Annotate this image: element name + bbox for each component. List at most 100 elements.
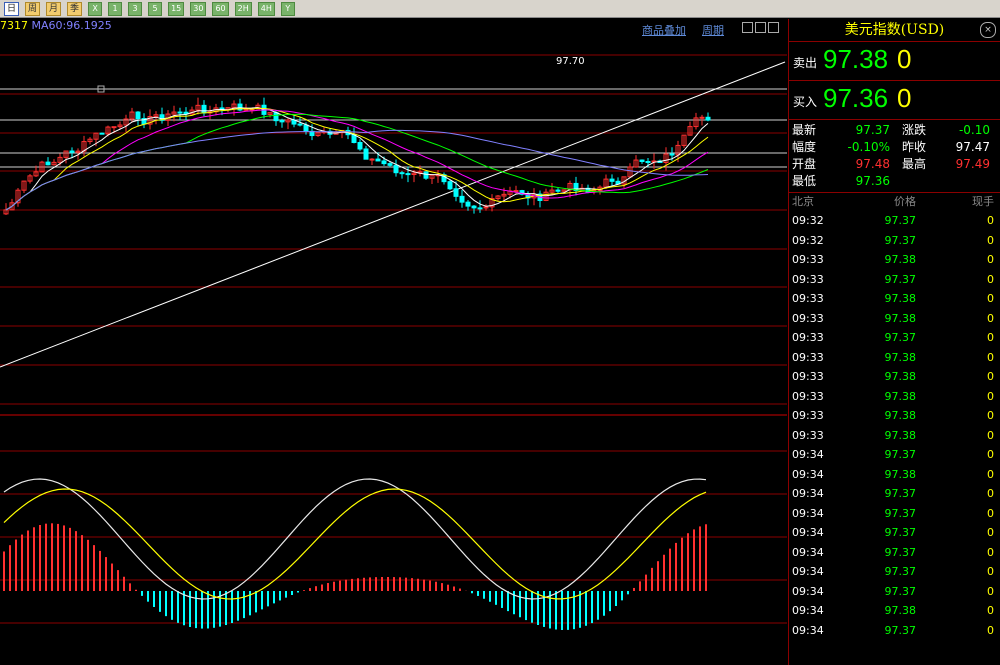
period-link[interactable]: 周期	[702, 22, 724, 38]
candle-body	[405, 173, 411, 176]
instrument-title: 美元指数(USD) ×	[789, 19, 1000, 42]
ma-prev-value: 7317	[0, 19, 28, 32]
candle-body	[111, 126, 117, 129]
sell-volume: 0	[897, 44, 912, 74]
tick-time: 09:33	[792, 253, 824, 266]
fullscreen-icon[interactable]	[768, 22, 779, 33]
tick-row: 09:34 97.37 0	[789, 621, 1000, 641]
period-button[interactable]: 4H	[257, 1, 275, 16]
ma10-line	[5, 107, 709, 211]
tick-price: 97.38	[884, 253, 917, 266]
tick-price: 97.38	[884, 409, 917, 422]
overlay-link[interactable]: 商品叠加	[642, 22, 686, 38]
period-button[interactable]: X	[88, 1, 103, 16]
tick-volume: 0	[987, 487, 994, 500]
tick-price: 97.38	[884, 292, 917, 305]
candle-body	[423, 171, 429, 179]
tick-volume: 0	[987, 604, 994, 617]
period-button[interactable]: 日	[4, 1, 20, 16]
tick-volume: 0	[987, 214, 994, 227]
stat-value: -0.10	[958, 123, 990, 137]
candle-body	[453, 188, 459, 197]
tick-row: 09:32 97.37 0	[789, 231, 1000, 251]
window-buttons[interactable]	[742, 22, 782, 34]
kline-chart[interactable]: 97.70	[0, 19, 787, 665]
candle-body	[555, 189, 561, 192]
candle-body	[279, 120, 285, 123]
stat-row: 最新 97.37 涨跌 -0.10	[789, 122, 1000, 139]
period-button[interactable]: 周	[25, 1, 41, 16]
period-button[interactable]: 月	[46, 1, 62, 16]
period-button[interactable]: 5	[148, 1, 163, 16]
period-button[interactable]: 季	[67, 1, 83, 16]
tick-time: 09:33	[792, 350, 824, 364]
tick-time: 09:33	[792, 272, 824, 286]
tick-list[interactable]: 09:32 97.37 0 09:32 97.37 0 09:33 97.38 0 09:33 97…	[789, 211, 1000, 640]
tick-row: 09:33 97.37 0	[789, 328, 1000, 348]
sell-label: 卖出	[793, 56, 818, 70]
period-button[interactable]: 60	[212, 1, 229, 16]
tick-row: 09:34 97.37 0	[789, 504, 1000, 524]
candle-body	[471, 205, 477, 209]
period-button[interactable]: 15	[168, 1, 185, 16]
tick-volume: 0	[987, 545, 994, 559]
candle-body	[243, 108, 249, 111]
tick-price: 97.37	[884, 565, 917, 578]
candle-body	[645, 160, 651, 163]
stat-value: 97.36	[855, 174, 890, 188]
stat-key	[890, 173, 940, 190]
tick-row: 09:33 97.38 0	[789, 250, 1000, 270]
candle-body	[447, 181, 453, 190]
ma5-line	[5, 106, 709, 211]
tick-time: 09:33	[792, 331, 824, 344]
tick-price: 97.38	[884, 389, 917, 403]
tick-volume: 0	[987, 331, 994, 344]
candle-body	[357, 141, 363, 150]
tick-time: 09:34	[792, 604, 824, 617]
tick-time: 09:33	[792, 311, 824, 325]
candle-body	[303, 124, 309, 132]
candle-body	[201, 104, 207, 114]
stat-key: 幅度	[792, 140, 817, 154]
candle-body	[381, 160, 387, 165]
candle-body	[297, 123, 303, 126]
tick-row: 09:33 97.37 0	[789, 270, 1000, 290]
period-button[interactable]: 30	[190, 1, 207, 16]
candle-body	[477, 207, 483, 210]
zoom-in-icon[interactable]	[755, 22, 766, 33]
tick-row: 09:34 97.37 0	[789, 445, 1000, 465]
tick-row: 09:34 97.37 0	[789, 543, 1000, 563]
dif-line	[3, 478, 707, 600]
tick-price: 97.38	[884, 370, 917, 383]
ma60-line	[5, 129, 709, 211]
tick-time: 09:33	[792, 428, 824, 442]
period-button[interactable]: 3	[128, 1, 143, 16]
candle-body	[369, 158, 375, 161]
candle-body	[387, 163, 393, 166]
stat-key: 涨跌	[902, 123, 927, 137]
tick-row: 09:34 97.38 0	[789, 465, 1000, 485]
candle-body	[363, 148, 369, 160]
tick-row: 09:33 97.38 0	[789, 426, 1000, 446]
buy-quote: 买入 97.36 0	[789, 81, 1000, 120]
tick-row: 09:33 97.38 0	[789, 309, 1000, 329]
stat-row: 最低 97.36	[789, 173, 1000, 190]
close-icon[interactable]: ×	[980, 22, 996, 38]
tick-row: 09:34 97.37 0	[789, 523, 1000, 543]
tick-price: 97.37	[884, 272, 917, 286]
tick-time: 09:34	[792, 565, 824, 578]
ma-legend: 7317 MA60:96.1925	[0, 19, 112, 32]
period-button[interactable]: Y	[280, 1, 295, 16]
period-button[interactable]: 2H	[234, 1, 252, 16]
stat-value: -0.10%	[847, 140, 890, 154]
tick-price: 97.37	[884, 526, 917, 539]
period-button[interactable]: 1	[108, 1, 123, 16]
tick-volume: 0	[987, 389, 994, 403]
tick-price: 97.37	[884, 506, 917, 520]
zoom-out-icon[interactable]	[742, 22, 753, 33]
tick-row: 09:32 97.37 0	[789, 211, 1000, 231]
tick-volume: 0	[987, 448, 994, 461]
stat-value: 97.48	[855, 157, 890, 171]
tick-row: 09:33 97.38 0	[789, 387, 1000, 407]
tick-time: 09:32	[792, 233, 824, 247]
